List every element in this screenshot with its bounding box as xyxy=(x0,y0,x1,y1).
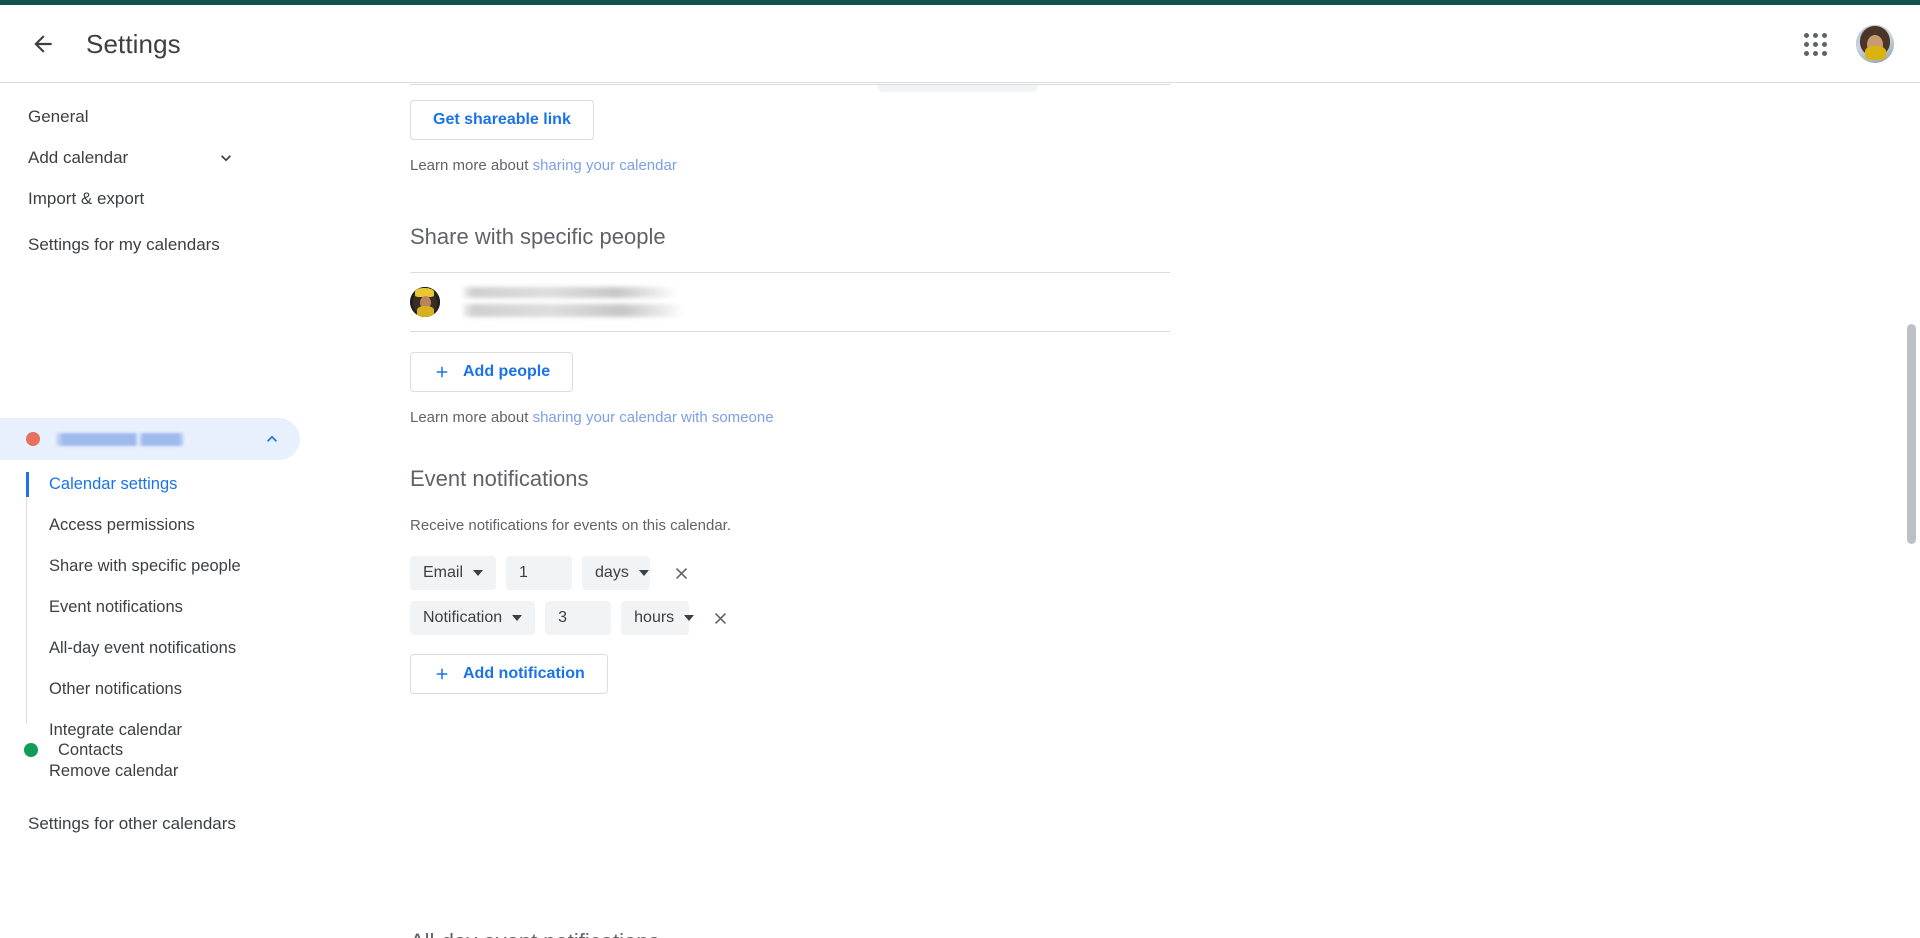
person-name-redacted xyxy=(462,287,677,298)
apps-dot xyxy=(1821,41,1827,47)
apps-dot xyxy=(1821,50,1827,56)
share-with-specific-people-section: Share with specific people Add people Le… xyxy=(410,224,1170,426)
chevron-down-icon xyxy=(638,570,649,576)
remove-notification-button-2[interactable] xyxy=(703,601,737,635)
chevron-down-icon xyxy=(512,615,523,621)
person-avatar-scarf xyxy=(417,306,434,317)
sidebar-item-access-permissions[interactable]: Access permissions xyxy=(0,505,300,546)
avatar[interactable] xyxy=(1856,25,1894,63)
sidebar-item-label: Event notifications xyxy=(49,598,183,616)
apps-dot xyxy=(1812,50,1818,56)
apps-dot xyxy=(1821,32,1827,38)
person-details xyxy=(462,287,684,317)
sidebar-item-label: Other notifications xyxy=(49,680,182,698)
apps-dot xyxy=(1812,41,1818,47)
sidebar-item-calendar-settings[interactable]: Calendar settings xyxy=(0,464,300,505)
notification-type-dropdown-2[interactable]: Notification xyxy=(410,601,536,635)
sidebar-item-label: Contacts xyxy=(58,740,124,759)
person-avatar xyxy=(410,287,440,317)
sidebar-item-event-notifications[interactable]: Event notifications xyxy=(0,587,300,628)
sidebar-item-label: Import & export xyxy=(28,189,145,208)
section-divider xyxy=(410,84,1170,85)
section-title-share-people: Share with specific people xyxy=(410,224,666,249)
section-title-event-notifications: Event notifications xyxy=(410,466,589,491)
sharing-your-calendar-link[interactable]: sharing your calendar xyxy=(533,157,677,174)
notification-amount-input-1[interactable]: 1 xyxy=(506,556,573,590)
section-divider xyxy=(410,331,1170,332)
get-shareable-link-button[interactable]: Get shareable link xyxy=(410,100,594,140)
apps-dot xyxy=(1803,41,1809,47)
sidebar-item-import-export[interactable]: Import & export xyxy=(0,174,300,224)
plus-icon xyxy=(433,665,451,683)
back-arrow-icon[interactable] xyxy=(26,27,60,61)
notification-type-dropdown-1[interactable]: Email xyxy=(410,556,497,590)
notification-type-value: Notification xyxy=(423,609,503,626)
apps-dot xyxy=(1803,50,1809,56)
cutoff-card-above xyxy=(878,84,1038,92)
sidebar-heading-other-calendars: Settings for other calendars xyxy=(28,814,236,833)
next-section-title-cutoff: All-day event notifications xyxy=(410,929,659,938)
add-people-button[interactable]: Add people xyxy=(410,352,574,392)
notification-unit-dropdown-1[interactable]: days xyxy=(582,556,651,590)
notification-row: Email 1 days xyxy=(410,556,1170,590)
event-notifications-description: Receive notifications for events on this… xyxy=(410,517,732,534)
add-people-label: Add people xyxy=(463,363,551,380)
sidebar-item-label: Calendar settings xyxy=(49,475,178,493)
remove-notification-button-1[interactable] xyxy=(664,556,698,590)
sidebar-item-label: All-day event notifications xyxy=(49,639,237,657)
shared-person-row[interactable] xyxy=(410,273,1170,331)
notification-unit-value: hours xyxy=(634,609,675,626)
sidebar-item-label: General xyxy=(28,107,89,126)
plus-icon xyxy=(433,363,451,381)
page-scrollbar-thumb[interactable] xyxy=(1907,324,1916,544)
notification-unit-value: days xyxy=(595,564,629,581)
learn-more-prefix: Learn more about xyxy=(410,409,533,426)
sidebar-heading-my-calendars: Settings for my calendars xyxy=(28,235,220,254)
notification-unit-dropdown-2[interactable]: hours xyxy=(621,601,695,635)
add-notification-button[interactable]: Add notification xyxy=(410,654,608,694)
notification-amount-input-2[interactable]: 3 xyxy=(545,601,612,635)
sidebar-item-other-notifications[interactable]: Other notifications xyxy=(0,669,300,710)
apps-dot xyxy=(1812,32,1818,38)
sidebar-item-all-day-event-notifications[interactable]: All-day event notifications xyxy=(0,628,300,669)
calendar-color-dot xyxy=(24,743,38,757)
sidebar-item-contacts[interactable]: Contacts xyxy=(0,730,300,770)
sidebar-item-label: Share with specific people xyxy=(49,557,241,575)
avatar-scarf xyxy=(1865,46,1886,60)
header-actions xyxy=(1792,21,1894,67)
notification-type-value: Email xyxy=(423,564,464,581)
page-title: Settings xyxy=(86,28,181,59)
chevron-down-icon xyxy=(216,148,236,168)
sharing-calendar-with-someone-link[interactable]: sharing your calendar with someone xyxy=(533,409,774,426)
shareable-link-block: Get shareable link Learn more about shar… xyxy=(410,100,1170,174)
settings-content: Get shareable link Learn more about shar… xyxy=(380,84,1920,938)
chevron-up-icon[interactable] xyxy=(262,429,282,449)
calendar-color-dot xyxy=(26,432,40,446)
event-notifications-section: Event notifications Receive notification… xyxy=(410,466,1170,694)
calendar-name-redacted xyxy=(56,432,184,446)
settings-sidebar: General Add calendar Import & export Set… xyxy=(0,84,380,938)
sidebar-item-label: Access permissions xyxy=(49,516,195,534)
sidebar-item-share-with-specific-people[interactable]: Share with specific people xyxy=(0,546,300,587)
learn-more-prefix: Learn more about xyxy=(410,157,533,174)
learn-more-sharing: Learn more about sharing your calendar xyxy=(410,157,1170,174)
add-notification-label: Add notification xyxy=(463,665,585,682)
chevron-down-icon xyxy=(473,570,484,576)
notification-row: Notification 3 hours xyxy=(410,601,1170,635)
header-divider xyxy=(0,82,1920,83)
page-scrollbar-track[interactable] xyxy=(1904,84,1920,938)
app-header: Settings xyxy=(0,5,1920,83)
apps-grid-icon[interactable] xyxy=(1792,21,1838,67)
sidebar-selected-calendar[interactable] xyxy=(0,418,300,460)
sidebar-item-label: Add calendar xyxy=(28,148,129,167)
chevron-down-icon xyxy=(684,615,695,621)
learn-more-sharing-someone: Learn more about sharing your calendar w… xyxy=(410,409,1170,426)
person-email-redacted xyxy=(462,304,684,317)
apps-dot xyxy=(1803,32,1809,38)
